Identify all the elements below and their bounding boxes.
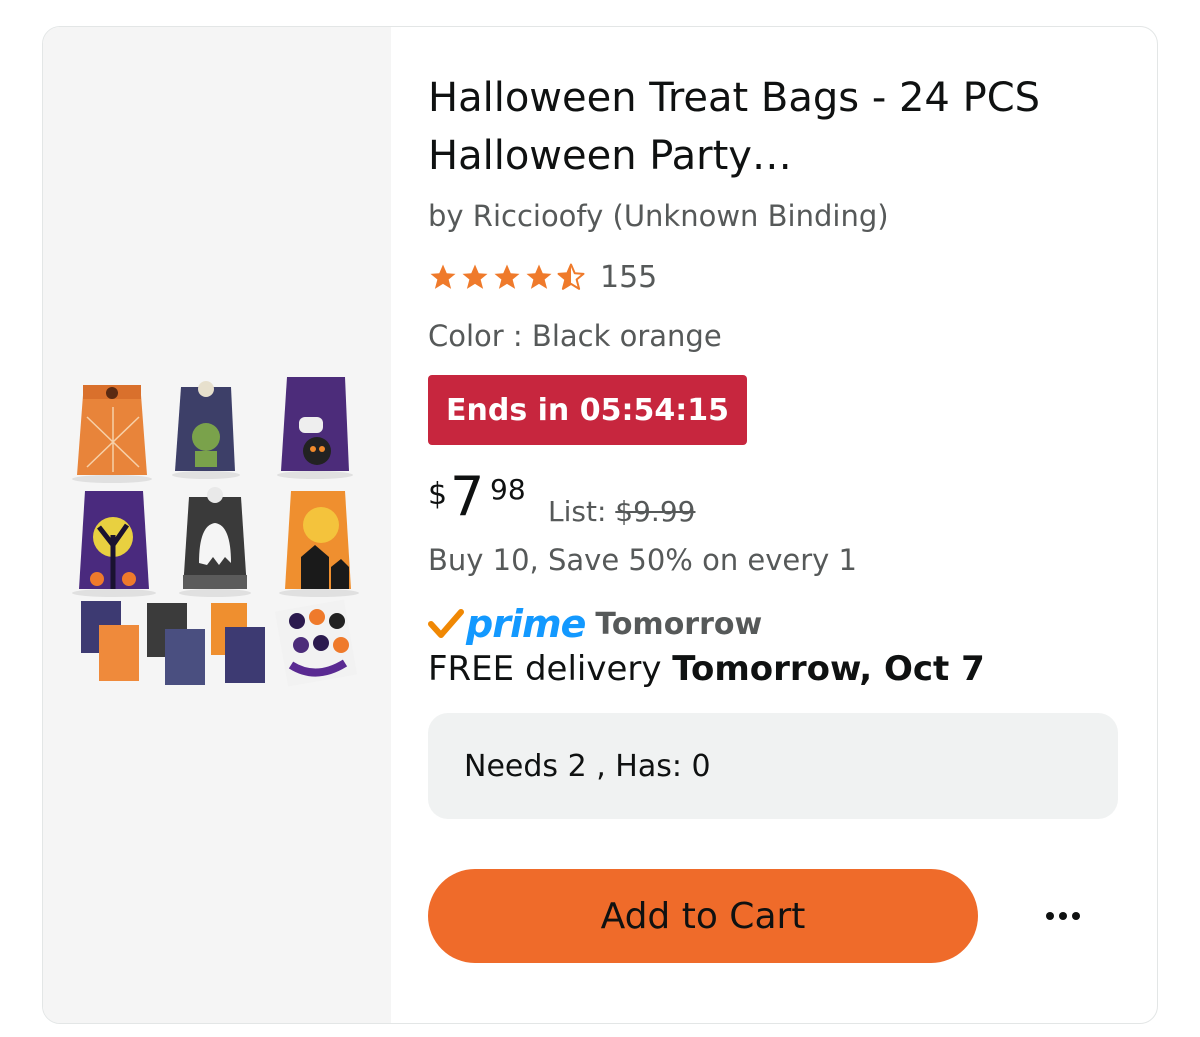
bag-ghost [179,487,251,597]
color-variant: Color : Black orange [428,319,722,353]
bag-stack-purple [81,601,139,681]
product-thumbnail[interactable] [69,367,369,687]
product-image-panel[interactable] [43,27,391,1023]
price-currency: $ [428,477,448,512]
star-rating [428,262,586,292]
star-full-icon [462,264,488,289]
product-title[interactable]: Halloween Treat Bags - 24 PCS Halloween … [428,69,1118,185]
prime-check-icon [428,609,464,638]
add-to-cart-button[interactable]: Add to Cart [428,869,978,963]
sticker-sheet [274,599,358,687]
star-half-icon [557,263,585,290]
bag-tree-moon [72,491,156,597]
product-card: Halloween Treat Bags - 24 PCS Halloween … [42,26,1158,1024]
rating-row[interactable]: 155 [428,257,657,297]
delivery-date: Tomorrow, Oct 7 [672,649,985,689]
bulk-offer: Buy 10, Save 50% on every 1 [428,543,858,577]
bag-stack-grey [147,603,205,685]
star-full-icon [526,264,552,289]
price-whole: 7 [450,465,485,528]
product-byline: by Riccioofy (Unknown Binding) [428,199,889,233]
more-options-icon[interactable] [1028,889,1098,943]
bag-zombie [172,381,240,479]
bag-purple-pumpkin [277,377,353,479]
prime-badge: prime Tomorrow [428,599,762,649]
rating-count[interactable]: 155 [600,260,657,295]
needs-status-box: Needs 2 , Has: 0 [428,713,1118,819]
bag-stack-mixed [211,603,265,683]
deal-countdown-badge: Ends in 05:54:15 [428,375,747,445]
list-price-label: List: $9.99 [548,495,695,528]
delivery-info: FREE delivery Tomorrow, Oct 7 [428,649,985,689]
list-label-text: List: [548,495,607,528]
dot [1046,912,1054,920]
star-full-icon [494,264,520,289]
list-price: $9.99 [615,495,696,528]
prime-logo: prime [466,602,586,646]
needs-status-text: Needs 2 , Has: 0 [464,748,711,784]
prime-delivery-day: Tomorrow [595,606,763,642]
price-fraction: 98 [490,473,526,506]
star-full-icon [430,264,456,289]
delivery-prefix: FREE delivery [428,649,662,689]
bag-haunted-house [279,491,359,597]
bag-orange-web [72,385,152,483]
dot [1072,912,1080,920]
dot [1059,912,1067,920]
